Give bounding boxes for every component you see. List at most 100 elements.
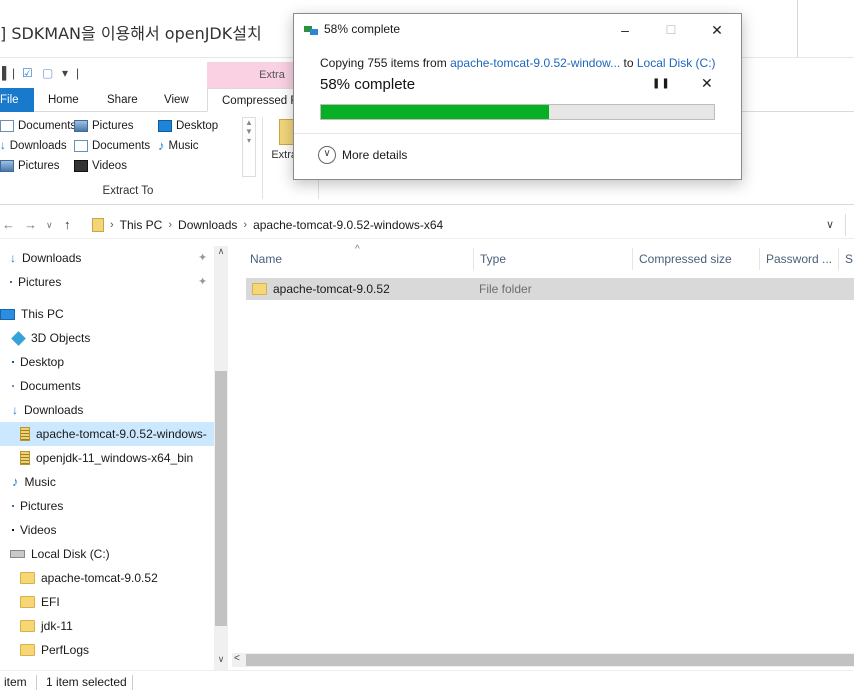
chevron-down-icon[interactable]: ∨ [826,218,834,231]
maximize-button: ☐ [665,23,677,37]
tab-home[interactable]: Home [38,88,89,112]
nav-item[interactable]: jdk-11 [0,614,214,638]
scroll-up-icon[interactable]: ∧ [215,246,227,257]
breadcrumb[interactable]: › This PC › Downloads › apache-tomcat-9.… [92,211,443,239]
label: Pictures [18,160,60,172]
crumb-downloads[interactable]: Downloads [178,211,237,239]
nav-item[interactable]: apache-tomcat-9.0.52 [0,566,214,590]
extract-to-pictures-2[interactable]: Pictures [74,117,134,135]
nav-item[interactable]: 3D Objects [0,326,214,350]
nav-item-label: openjdk-11_windows-x64_bin [36,451,194,465]
post-title: ] SDKMAN을 이용해서 openJDK설치 [0,24,262,43]
column-header-name[interactable]: Name [244,248,473,270]
pc-icon [0,308,15,320]
nav-item[interactable]: apache-tomcat-9.0.52-windows- [0,422,214,446]
chevron-right-icon[interactable]: › [110,211,114,239]
properties-icon[interactable]: ☑ [22,66,33,80]
pictures-icon [12,505,14,507]
scrollbar-thumb[interactable] [215,371,227,626]
file-list: ^ Name Type Compressed size Password ...… [232,244,854,670]
scroll-down-icon[interactable]: ∨ [215,654,227,665]
customize-qat-icon[interactable]: ▾ [62,66,68,80]
forward-icon[interactable]: → [24,217,37,232]
row-name-cell[interactable]: apache-tomcat-9.0.52 [252,278,390,300]
column-header-type[interactable]: Type [473,248,633,270]
extract-to-pictures[interactable]: Pictures [0,157,60,175]
chevron-down-icon: ∨ [318,146,336,164]
extract-to-documents-2[interactable]: Documents [74,137,150,155]
up-icon[interactable]: ↑ [64,217,71,232]
pictures-icon [0,160,14,172]
nav-item[interactable]: EFI [0,590,214,614]
tab-file[interactable]: File [0,88,34,112]
qat-folder-icon[interactable]: ▌ [2,66,11,80]
row-type: File folder [479,282,532,296]
column-header-compressed-size[interactable]: Compressed size [633,248,760,270]
crumb-this-pc[interactable]: This PC [120,211,163,239]
nav-pane-scrollbar[interactable]: ∧ ∨ [214,246,228,670]
window-close-button[interactable]: ✕ [702,18,732,42]
nav-item-label: EFI [41,595,60,609]
nav-item[interactable]: openjdk-11_windows-x64_bin [0,446,214,470]
divider [845,214,846,236]
nav-item[interactable]: Desktop [0,350,214,374]
pin-icon[interactable]: ✦ [198,270,207,294]
extract-to-documents[interactable]: Documents [0,117,76,135]
destination-link[interactable]: Local Disk (C:) [637,56,716,70]
drive-icon [10,550,25,558]
label: Documents [18,120,77,132]
nav-item[interactable]: ↓ Downloads ✦ [0,246,214,270]
videos-icon [74,160,88,172]
extract-to-downloads[interactable]: ↓ Downloads [0,137,67,155]
nav-item[interactable]: ♪ Music [0,470,214,494]
tab-share[interactable]: Share [97,88,148,112]
extract-to-videos[interactable]: Videos [74,157,127,175]
cancel-copy-button[interactable]: ✕ [701,75,713,92]
more-details-button[interactable]: ∨ More details [318,146,407,164]
nav-item[interactable]: Documents [0,374,214,398]
pin-icon[interactable]: ✦ [198,246,207,270]
crumb-current-folder[interactable]: apache-tomcat-9.0.52-windows-x64 [253,211,443,239]
zip-folder-icon [92,218,104,232]
recent-locations-icon[interactable]: ∨ [46,220,53,231]
pause-button[interactable]: ❚❚ [652,78,671,89]
copy-icon [304,26,318,35]
nav-item[interactable]: This PC [0,302,214,326]
dialog-title-bar[interactable]: 58% complete – ☐ ✕ [294,14,741,46]
scroll-left-icon[interactable]: < [234,653,240,664]
extract-to-desktop[interactable]: Desktop [158,117,218,135]
extract-to-music[interactable]: ♪ Music [158,137,199,155]
chevron-right-icon[interactable]: › [243,211,247,239]
nav-item[interactable]: ↓ Downloads [0,398,214,422]
ribbon-gallery-scroll[interactable]: ▲ ▼ ▾ [242,117,256,177]
source-link[interactable]: apache-tomcat-9.0.52-window... [450,56,620,70]
label: Music [168,140,199,152]
horizontal-scrollbar[interactable]: < [232,653,854,667]
download-icon: ↓ [10,251,16,265]
tab-view[interactable]: View [154,88,199,112]
minimize-button[interactable]: – [610,18,640,42]
column-header-size[interactable]: S [839,248,854,270]
label: Pictures [92,120,134,132]
back-icon[interactable]: ← [2,217,15,232]
new-folder-icon[interactable]: ▢ [42,66,53,80]
nav-item[interactable]: PerfLogs [0,638,214,662]
chevron-right-icon[interactable]: › [168,211,172,239]
item-count: item [4,675,27,689]
nav-item-label: Pictures [20,499,64,513]
pictures-icon [74,120,88,132]
table-row[interactable]: apache-tomcat-9.0.52 File folder [246,278,854,300]
nav-item-label: This PC [21,307,64,321]
divider [262,117,263,199]
nav-item[interactable]: Videos [0,518,214,542]
column-header-password[interactable]: Password ... [760,248,839,270]
nav-item[interactable]: Local Disk (C:) [0,542,214,566]
music-icon: ♪ [158,138,165,153]
documents-icon [74,140,88,152]
desktop-icon [158,120,172,132]
label: Videos [92,160,127,172]
scrollbar-thumb[interactable] [246,654,854,666]
pictures-icon [10,281,12,283]
nav-item[interactable]: Pictures ✦ [0,270,214,294]
nav-item[interactable]: Pictures [0,494,214,518]
